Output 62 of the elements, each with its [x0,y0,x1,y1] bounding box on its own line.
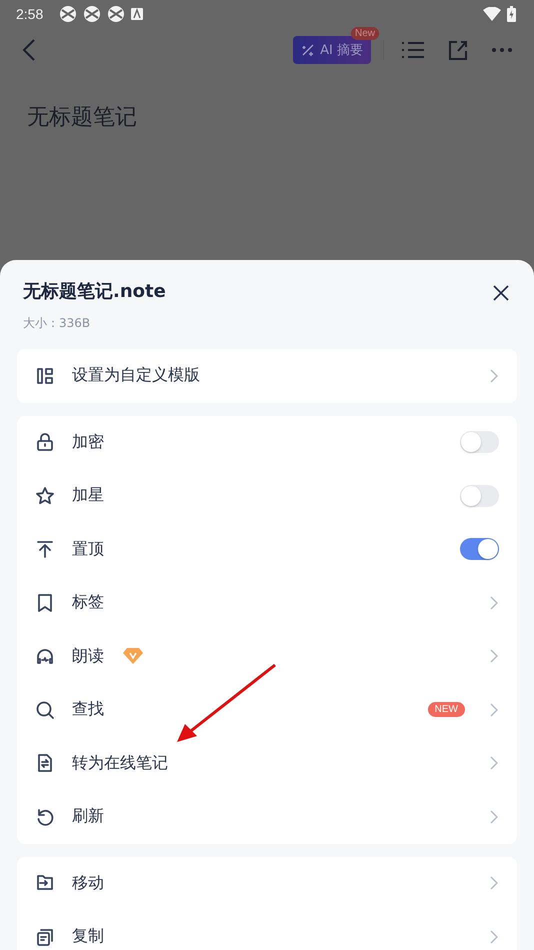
more-icon[interactable] [492,48,512,52]
lock-icon [35,432,55,452]
menu-label: 刷新 [72,806,104,828]
sheet-title: 无标题笔记.note [23,280,166,304]
chevron-right-icon [490,368,498,383]
menu-label: 置顶 [72,538,104,560]
document-swap-icon [35,753,55,774]
chevron-right-icon [490,649,498,664]
search-icon [35,700,55,720]
back-icon[interactable] [22,38,36,62]
sparkle-icon [301,43,316,57]
headphones-icon [35,646,55,666]
notification-icon [83,5,102,23]
notification-icon [107,5,126,23]
menu-label: 加星 [72,485,104,506]
toggle-switch[interactable] [460,538,499,560]
file-size: 大小：336B [23,315,92,331]
menu-label: 加密 [72,432,104,453]
menu-item[interactable]: 置顶 [17,522,517,576]
ai-summary-button[interactable]: AI 摘要 [293,36,371,64]
bookmark-icon [35,592,55,613]
chevron-right-icon [490,810,498,824]
battery-icon [507,6,516,22]
menu-item[interactable]: 设置为自定义模版 [17,349,517,402]
chevron-right-icon [490,756,498,770]
menu-item[interactable]: 查找 NEW [17,683,517,736]
template-icon [35,366,55,386]
menu-label: 朗读 [72,646,104,667]
chevron-right-icon [490,930,498,944]
menu-label: 移动 [72,872,104,894]
menu-item[interactable]: 移动 [17,856,517,910]
menu-label: 复制 [72,926,104,948]
new-badge: New [350,27,379,40]
menu-item[interactable]: 加星 [17,469,517,522]
menu-item[interactable]: 加密 [17,416,517,469]
menu-item[interactable]: 朗读 [17,630,517,683]
menu-label: 设置为自定义模版 [72,365,200,386]
refresh-icon [35,806,55,827]
keyboard-icon [131,8,144,20]
star-icon [35,486,55,506]
toggle-switch[interactable] [460,431,499,454]
menu-item[interactable]: 标签 [17,576,517,630]
chevron-right-icon [490,876,498,890]
share-icon[interactable] [448,40,468,60]
status-time: 2:58 [16,6,44,22]
list-icon[interactable] [402,40,424,60]
close-icon[interactable] [493,285,509,301]
new-badge: NEW [428,702,465,718]
toggle-switch[interactable] [460,484,499,507]
menu-label: 查找 [72,699,104,720]
menu-label: 标签 [72,592,104,614]
notification-icon [59,5,78,23]
copy-icon [35,926,55,947]
menu-item[interactable]: 刷新 [17,790,517,844]
pin-top-icon [35,539,55,560]
note-title: 无标题笔记 [26,104,138,132]
menu-item[interactable]: 转为在线笔记 [17,736,517,790]
chevron-right-icon [490,596,498,610]
chevron-right-icon [490,702,498,717]
menu-label: 转为在线笔记 [72,752,168,774]
menu-item[interactable]: 复制 [17,910,517,950]
wifi-icon [483,7,501,21]
